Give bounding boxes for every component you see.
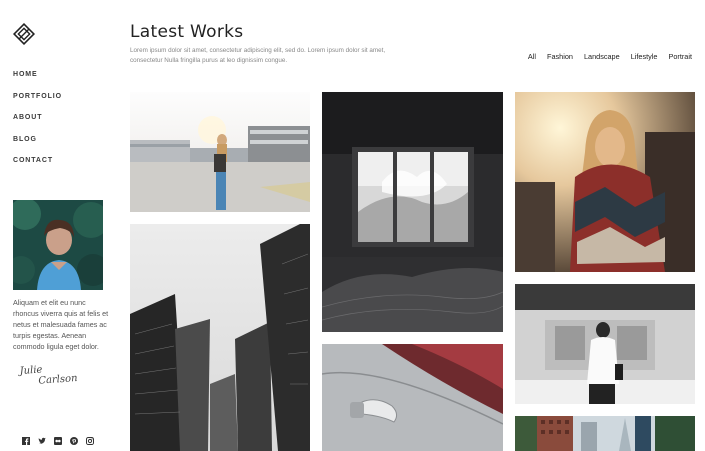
sidebar: Home Portfolio About Blog Contact Aliqua… [0,0,115,451]
subway-train-photo[interactable] [515,284,695,404]
main-nav: Home Portfolio About Blog Contact [13,71,62,179]
nav-item-home[interactable]: Home [13,71,62,93]
logo-icon[interactable] [12,22,36,46]
filter-portrait[interactable]: Portrait [668,52,692,61]
twitter-icon[interactable] [38,432,46,444]
nav-item-contact[interactable]: Contact [13,157,62,179]
car-door-photo[interactable] [322,344,503,451]
woman-in-blanket-photo[interactable] [515,92,695,272]
pinterest-icon[interactable] [70,432,78,445]
city-buildings-photo[interactable] [515,416,695,451]
filter-landscape[interactable]: Landscape [584,52,620,61]
filter-all[interactable]: All [528,52,536,61]
bio-text: Aliquam et elit eu nunc rhoncus viverra … [13,298,109,351]
portfolio-filters: All Fashion Landscape Lifestyle Portrait [528,52,692,61]
parking-lot-photo[interactable] [130,92,310,212]
flickr-icon[interactable] [54,432,62,445]
facebook-icon[interactable] [22,432,30,445]
social-links [22,432,94,445]
page-title: Latest Works [130,22,244,42]
instagram-icon[interactable] [86,432,94,445]
filter-lifestyle[interactable]: Lifestyle [631,52,658,61]
avatar [13,200,103,290]
nav-item-blog[interactable]: Blog [13,136,62,158]
bedroom-window-photo[interactable] [322,92,503,332]
signature: Julie Carlson [19,362,78,388]
nav-item-about[interactable]: About [13,114,62,136]
filter-fashion[interactable]: Fashion [547,52,573,61]
nav-item-portfolio[interactable]: Portfolio [13,93,62,115]
intro-text: Lorem ipsum dolor sit amet, consectetur … [130,47,386,64]
skyscrapers-photo[interactable] [130,224,310,451]
